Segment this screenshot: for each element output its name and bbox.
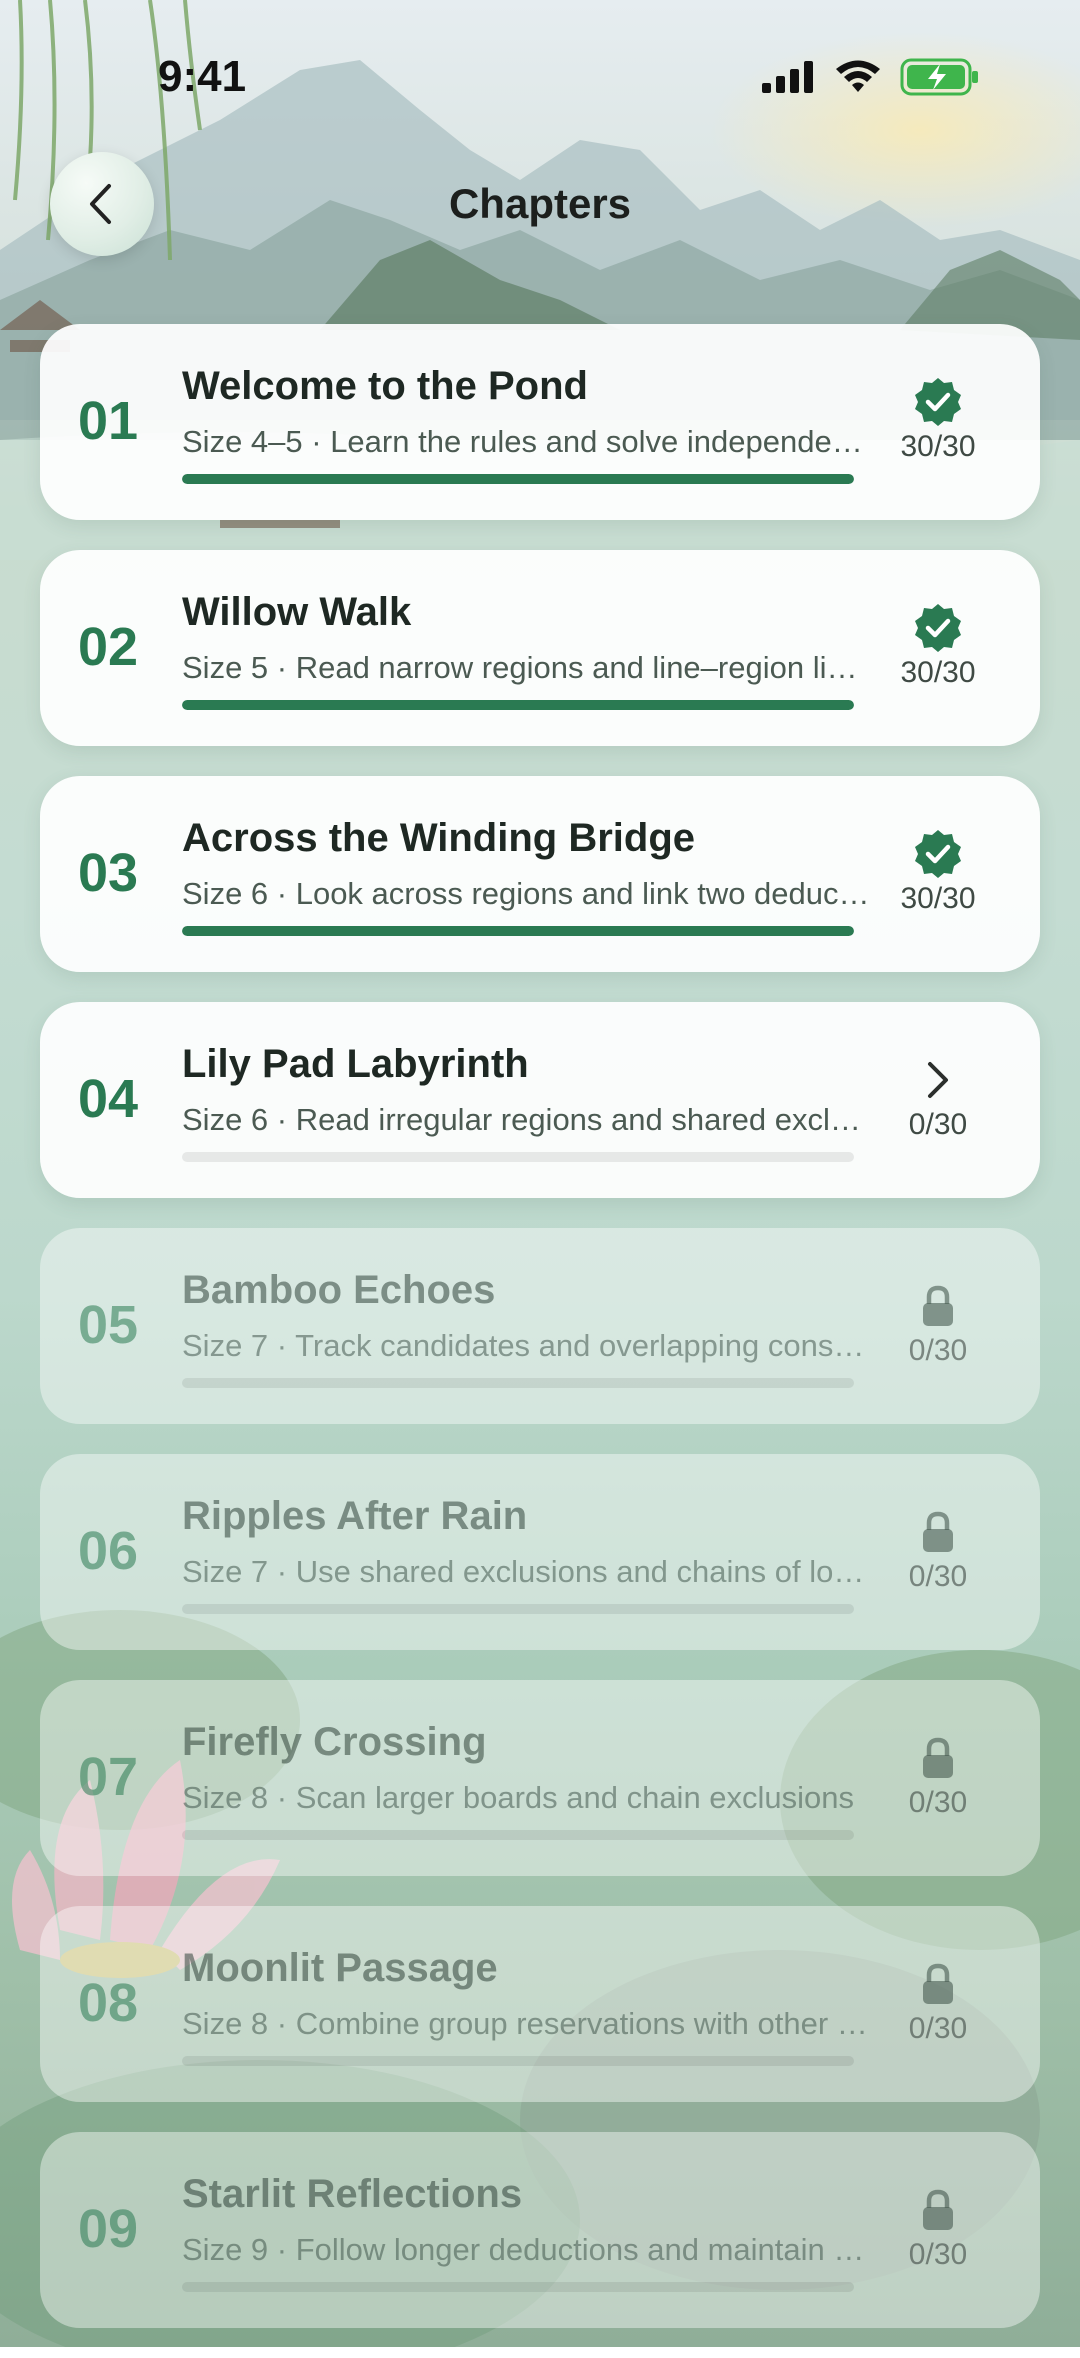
chapter-progress-text: 30/30: [900, 656, 976, 689]
status-time: 9:41: [158, 52, 247, 101]
chapter-title: Firefly Crossing: [182, 1720, 487, 1764]
chapter-number: 01: [78, 391, 139, 451]
status-icon-container: [902, 1504, 974, 1560]
chapter-progress-bar: [182, 474, 854, 484]
status-icon-container: [902, 1052, 974, 1108]
chapter-card[interactable]: 06 Ripples After Rain Size 7 · Use share…: [40, 1454, 1040, 1650]
status-icon-container: [902, 2182, 974, 2238]
chapter-number: 07: [78, 1747, 139, 1807]
chapter-progress-bar: [182, 1378, 854, 1388]
lock-icon: [923, 1737, 953, 1778]
status-icon-container: [902, 1278, 974, 1334]
page-title: Chapters: [448, 180, 632, 227]
chapter-number: 08: [78, 1973, 139, 2033]
chapter-card[interactable]: 03 Across the Winding Bridge Size 6 · Lo…: [40, 776, 1040, 972]
chapter-description: Size 7 · Track candidates and overlappin…: [182, 1328, 872, 1363]
chapter-description: Size 5 · Read narrow regions and line–re…: [182, 650, 872, 685]
chapter-number: 02: [78, 617, 139, 677]
chapter-card[interactable]: 01 Welcome to the Pond Size 4–5 · Learn …: [40, 324, 1040, 520]
chapter-title: Across the Winding Bridge: [182, 816, 696, 860]
check-badge-icon: [915, 604, 961, 652]
status-icon-container: [902, 600, 974, 656]
chapter-progress-bar: [182, 2056, 854, 2066]
chapter-description: Size 6 · Look across regions and link tw…: [182, 876, 872, 911]
chapter-description: Size 7 · Use shared exclusions and chain…: [182, 1554, 872, 1589]
check-badge-icon: [915, 378, 961, 426]
chapter-title: Lily Pad Labyrinth: [182, 1042, 529, 1086]
chapter-number: 09: [78, 2199, 139, 2259]
lock-icon: [923, 1285, 953, 1326]
chapter-card[interactable]: 09 Starlit Reflections Size 9 · Follow l…: [40, 2132, 1040, 2328]
progress-fill: [182, 926, 854, 936]
chapter-description: Size 8 · Combine group reservations with…: [182, 2006, 872, 2041]
chapter-number: 05: [78, 1295, 139, 1355]
chapter-title: Ripples After Rain: [182, 1494, 528, 1538]
chapter-card[interactable]: 07 Firefly Crossing Size 8 · Scan larger…: [40, 1680, 1040, 1876]
chapter-description: Size 4–5 · Learn the rules and solve ind…: [182, 424, 872, 459]
chapter-card[interactable]: 04 Lily Pad Labyrinth Size 6 · Read irre…: [40, 1002, 1040, 1198]
lock-icon: [923, 1963, 953, 2004]
battery-charging-icon: [900, 58, 978, 96]
lock-icon: [923, 1511, 953, 1552]
cellular-signal-icon: [762, 61, 813, 93]
chapter-description: Size 9 · Follow longer deductions and ma…: [182, 2232, 872, 2267]
chapter-progress-text: 0/30: [908, 1108, 968, 1141]
chapter-title: Bamboo Echoes: [182, 1268, 496, 1312]
chapter-list: 01 Welcome to the Pond Size 4–5 · Learn …: [40, 324, 1040, 2358]
chapter-progress-text: 0/30: [908, 2238, 968, 2271]
chapter-card[interactable]: 05 Bamboo Echoes Size 7 · Track candidat…: [40, 1228, 1040, 1424]
chapter-progress-text: 30/30: [900, 882, 976, 915]
progress-fill: [182, 700, 854, 710]
lock-icon: [923, 2189, 953, 2230]
chapter-title: Willow Walk: [182, 590, 412, 634]
chapter-progress-bar: [182, 1830, 854, 1840]
chapter-number: 06: [78, 1521, 139, 1581]
status-icon-container: [902, 826, 974, 882]
chapter-progress-bar: [182, 1604, 854, 1614]
status-icon-container: [902, 1730, 974, 1786]
chapter-progress-text: 0/30: [908, 1560, 968, 1593]
chapter-title: Starlit Reflections: [182, 2172, 523, 2216]
chapter-card[interactable]: 02 Willow Walk Size 5 · Read narrow regi…: [40, 550, 1040, 746]
chapter-progress-bar: [182, 2282, 854, 2292]
status-icon-container: [902, 374, 974, 430]
chevron-right-icon: [928, 1062, 948, 1098]
chapter-number: 04: [78, 1069, 139, 1129]
chapter-progress-text: 0/30: [908, 1334, 968, 1367]
chapter-title: Welcome to the Pond: [182, 364, 588, 408]
chapter-number: 03: [78, 843, 139, 903]
chapter-title: Moonlit Passage: [182, 1946, 498, 1990]
chapter-progress-text: 0/30: [908, 2012, 968, 2045]
chapter-description: Size 6 · Read irregular regions and shar…: [182, 1102, 872, 1137]
check-badge-icon: [915, 830, 961, 878]
chapter-progress-text: 30/30: [900, 430, 976, 463]
chapter-progress-text: 0/30: [908, 1786, 968, 1819]
status-icon-container: [902, 1956, 974, 2012]
status-icons: [762, 58, 980, 96]
chapter-card[interactable]: 08 Moonlit Passage Size 8 · Combine grou…: [40, 1906, 1040, 2102]
wifi-icon: [836, 60, 880, 92]
chapter-progress-bar: [182, 926, 854, 936]
chapter-progress-bar: [182, 700, 854, 710]
chapter-description: Size 8 · Scan larger boards and chain ex…: [182, 1780, 855, 1815]
progress-fill: [182, 474, 854, 484]
chapter-progress-bar: [182, 1152, 854, 1162]
